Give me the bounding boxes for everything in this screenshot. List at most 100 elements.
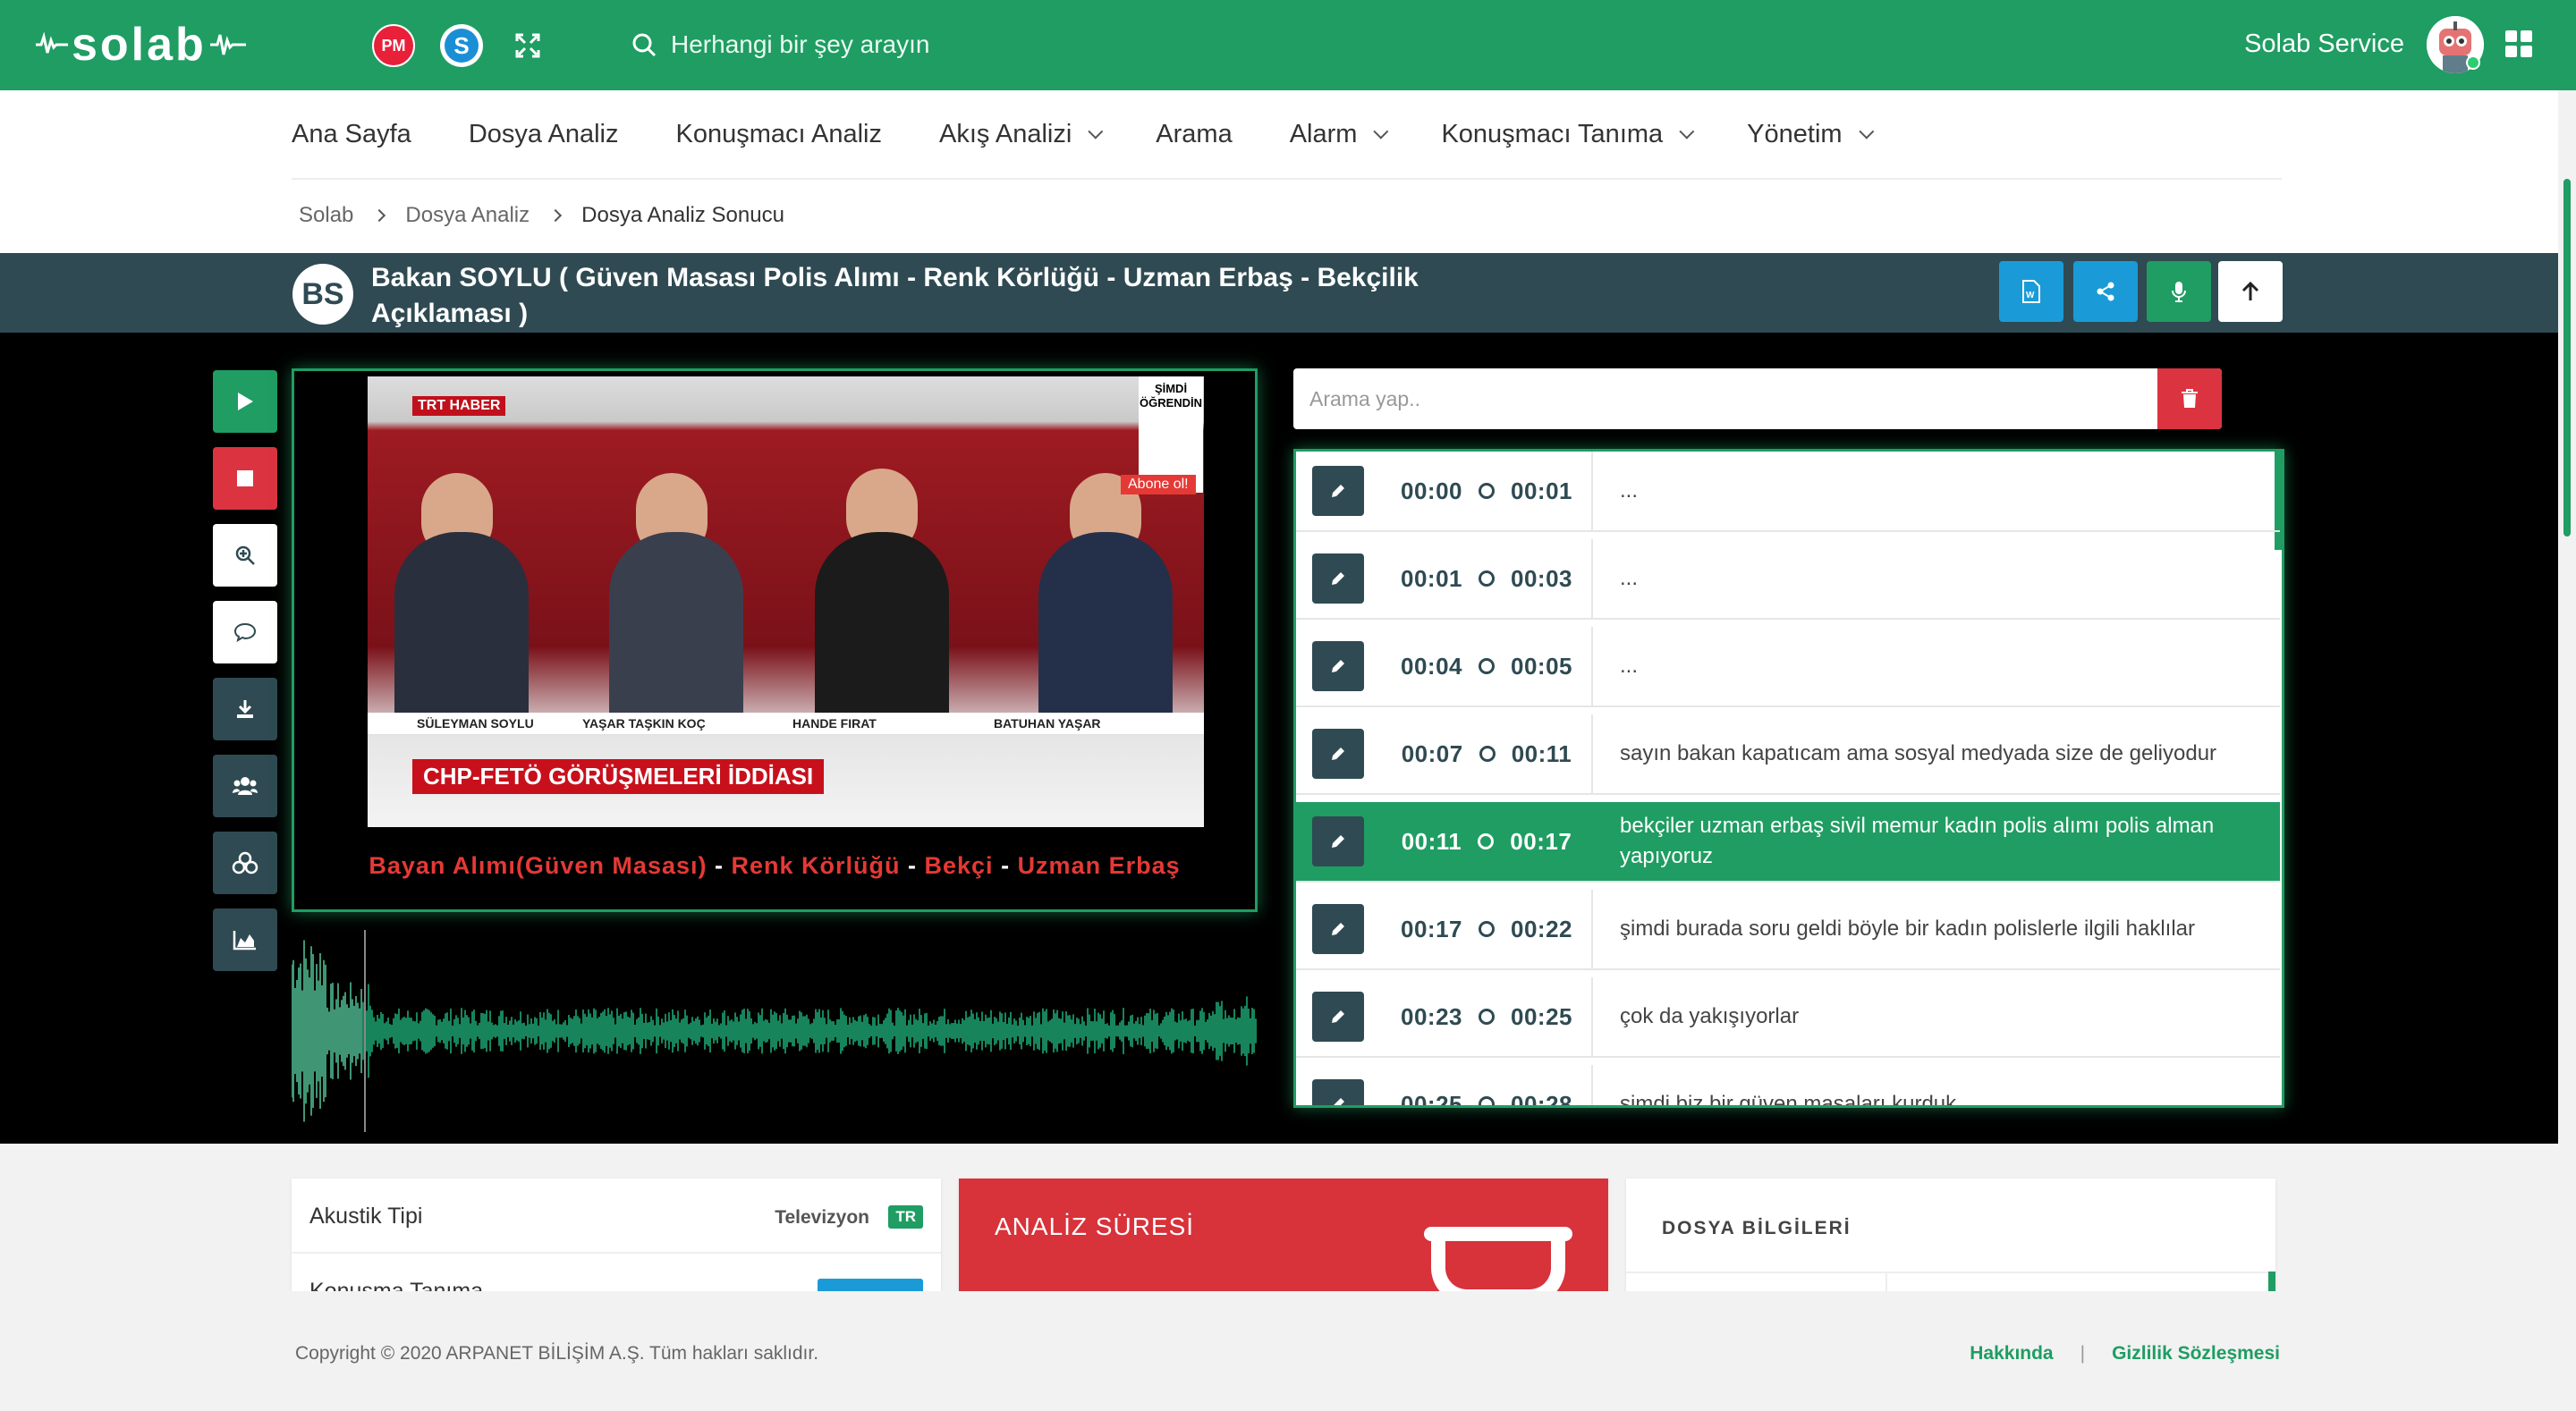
circle-icon — [1479, 658, 1495, 674]
segment-time-range: 00:04 00:05 — [1382, 627, 1593, 706]
zoom-in-icon — [235, 545, 255, 565]
chevron-right-icon — [373, 208, 386, 223]
nav-akis-analizi[interactable]: Akış Analizi — [939, 120, 1104, 149]
audio-waveform[interactable] — [292, 930, 1258, 1132]
hourglass-icon — [1424, 1227, 1572, 1291]
transcript-list[interactable]: 00:00 00:01... 00:01 00:03... 00:04 00:05... 0… — [1293, 449, 2284, 1108]
breadcrumb-solab[interactable]: Solab — [299, 203, 353, 228]
transcript-row[interactable]: 00:11 00:17 bekçiler uzman erbaş sivil mem… — [1296, 802, 2280, 883]
segment-text[interactable]: bekçiler uzman erbaş sivil memur kadın p… — [1620, 802, 2264, 881]
speakers-button[interactable] — [213, 755, 277, 817]
pm-app-icon[interactable]: PM — [372, 24, 415, 67]
nav-dosya-analiz[interactable]: Dosya Analiz — [469, 120, 619, 149]
microphone-button[interactable] — [2147, 261, 2211, 322]
nav-alarm[interactable]: Alarm — [1290, 120, 1389, 149]
speech-status-badge — [818, 1279, 923, 1291]
segment-end: 00:22 — [1511, 915, 1572, 942]
segment-end: 00:17 — [1510, 827, 1572, 855]
comment-button[interactable] — [213, 601, 277, 663]
circle-icon — [1479, 746, 1496, 762]
clear-search-button[interactable] — [2157, 368, 2222, 429]
scroll-up-button[interactable] — [2218, 261, 2283, 322]
circle-icon — [1479, 1009, 1495, 1025]
segment-end: 00:11 — [1511, 739, 1572, 767]
transcript-row[interactable]: 00:07 00:11 sayın bakan kapatıcam ama sosy… — [1296, 714, 2280, 795]
transcript-row[interactable]: 00:17 00:22 şimdi burada soru geldi böyle … — [1296, 890, 2280, 970]
transcript-search — [1293, 368, 2222, 429]
nav-ana-sayfa[interactable]: Ana Sayfa — [292, 120, 411, 149]
logo-text: solab — [72, 19, 207, 71]
transcript-row[interactable]: 00:25 00:28 şimdi biz bir güven masaları k… — [1296, 1065, 2280, 1108]
cluster-button[interactable] — [213, 832, 277, 894]
segment-text[interactable]: ... — [1620, 627, 2264, 706]
share-button[interactable] — [2073, 261, 2138, 322]
video-player[interactable]: TRT HABER SÜLEYMAN SOYLU YAŞAR TAŞKIN KO… — [292, 368, 1258, 912]
analysis-duration-card: ANALİZ SÜRESİ — [959, 1179, 1608, 1291]
segment-text[interactable]: ... — [1620, 539, 2264, 618]
online-status-dot — [2466, 55, 2480, 70]
segment-text[interactable]: sayın bakan kapatıcam ama sosyal medyada… — [1620, 714, 2264, 793]
edit-segment-button[interactable] — [1312, 641, 1364, 691]
pencil-icon — [1332, 923, 1344, 935]
page-scrollbar[interactable] — [2563, 179, 2571, 537]
segment-text[interactable]: şimdi burada soru geldi böyle bir kadın … — [1620, 890, 2264, 968]
edit-segment-button[interactable] — [1312, 816, 1364, 866]
share-icon — [2097, 282, 2114, 301]
pencil-icon — [1332, 660, 1344, 672]
segment-start: 00:01 — [1401, 564, 1462, 592]
edit-segment-button[interactable] — [1312, 992, 1364, 1042]
nav-yonetim[interactable]: Yönetim — [1747, 120, 1874, 149]
about-link[interactable]: Hakkında — [1970, 1343, 2053, 1365]
transcript-row[interactable]: 00:23 00:25 çok da yakışıyorlar — [1296, 977, 2280, 1058]
nav-konusmaci-tanima[interactable]: Konuşmacı Tanıma — [1441, 120, 1695, 149]
segment-end: 00:28 — [1511, 1090, 1572, 1108]
circle-icon — [1479, 570, 1495, 587]
transcript-row[interactable]: 00:00 00:01... — [1296, 452, 2280, 532]
stop-icon — [237, 470, 253, 486]
copyright-text: Copyright © 2020 ARPANET BİLİŞİM A.Ş. Tü… — [295, 1343, 819, 1364]
transcript-row[interactable]: 00:04 00:05... — [1296, 627, 2280, 707]
edit-segment-button[interactable] — [1312, 729, 1364, 779]
chevron-down-icon — [1373, 123, 1389, 139]
nav-arama[interactable]: Arama — [1156, 120, 1232, 149]
page-title: Bakan SOYLU ( Güven Masası Polis Alımı -… — [371, 263, 1419, 328]
analysis-workspace: TRT HABER SÜLEYMAN SOYLU YAŞAR TAŞKIN KO… — [0, 333, 2558, 1144]
breadcrumb-dosya-analiz[interactable]: Dosya Analiz — [405, 203, 530, 228]
pencil-icon — [1334, 1098, 1344, 1105]
segment-start: 00:17 — [1401, 915, 1462, 942]
segment-text[interactable]: ... — [1620, 452, 2264, 530]
segment-text[interactable]: çok da yakışıyorlar — [1620, 977, 2264, 1056]
zoom-button[interactable] — [213, 524, 277, 587]
fullscreen-icon[interactable] — [515, 33, 540, 58]
apps-grid-icon[interactable] — [2505, 30, 2532, 57]
global-search-input[interactable] — [671, 30, 1118, 59]
speaker-figure — [815, 532, 949, 729]
edit-segment-button[interactable] — [1312, 904, 1364, 954]
edit-segment-button[interactable] — [1312, 466, 1364, 516]
download-button[interactable] — [213, 678, 277, 740]
cluster-icon — [232, 851, 258, 874]
arrow-up-icon — [2241, 281, 2259, 300]
user-name[interactable]: Solab Service — [2244, 30, 2404, 59]
word-file-icon: W — [2022, 280, 2040, 303]
nav-konusmaci-analiz[interactable]: Konuşmacı Analiz — [675, 120, 882, 149]
transcript-row[interactable]: 00:01 00:03... — [1296, 539, 2280, 620]
stop-button[interactable] — [213, 447, 277, 510]
video-screen[interactable]: TRT HABER SÜLEYMAN SOYLU YAŞAR TAŞKIN KO… — [368, 376, 1204, 827]
export-word-button[interactable]: W — [1999, 261, 2063, 322]
solab-logo[interactable]: solab — [36, 19, 250, 71]
speaker-figure — [394, 532, 529, 729]
s-app-icon[interactable]: S — [440, 24, 483, 67]
play-button[interactable] — [213, 370, 277, 433]
segment-time-range: 00:01 00:03 — [1382, 539, 1593, 618]
pencil-icon — [1332, 572, 1344, 585]
edit-segment-button[interactable] — [1312, 553, 1364, 604]
segment-time-range: 00:00 00:01 — [1382, 452, 1593, 530]
privacy-link[interactable]: Gizlilik Sözleşmesi — [2112, 1343, 2280, 1365]
segment-text[interactable]: şimdi biz bir güven masaları kurduk — [1620, 1065, 2264, 1105]
chart-button[interactable] — [213, 908, 277, 971]
transcript-search-input[interactable] — [1293, 368, 2152, 429]
subscribe-badge[interactable]: Abone ol! — [1121, 475, 1196, 494]
circle-icon — [1479, 483, 1495, 499]
edit-segment-button[interactable] — [1312, 1079, 1364, 1105]
